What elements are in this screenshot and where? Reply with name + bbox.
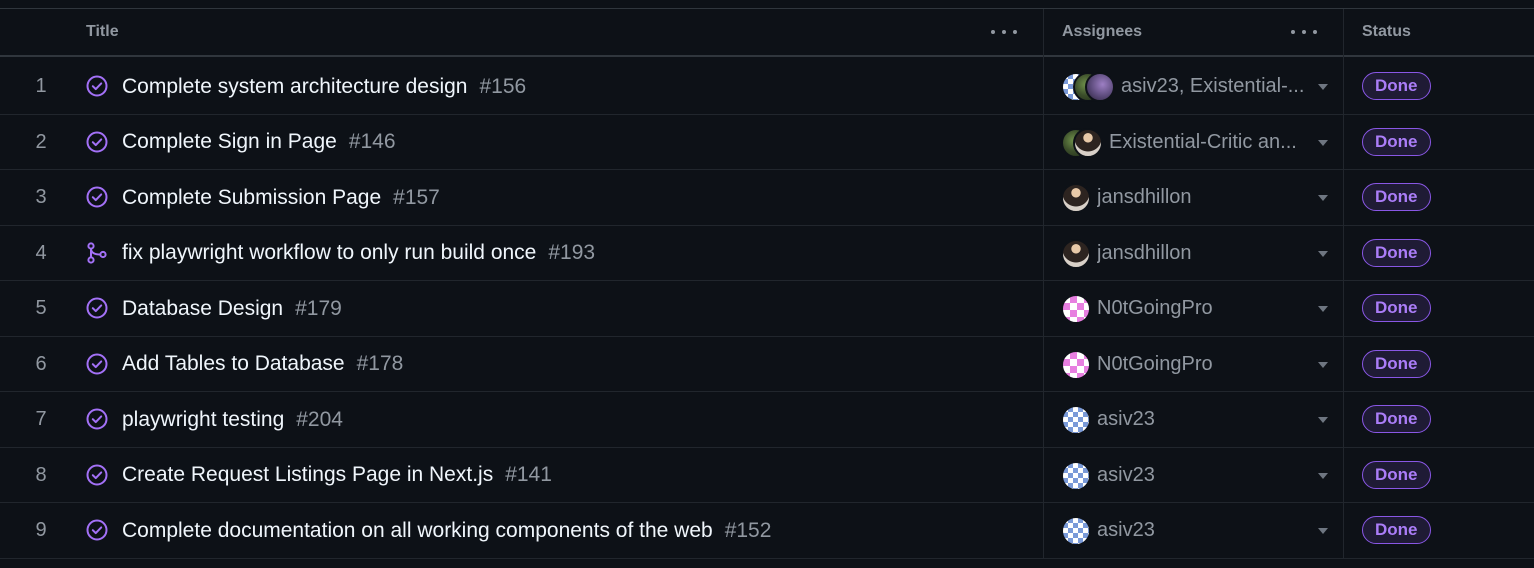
issue-closed-icon (86, 75, 108, 97)
table-row[interactable]: 2 Complete Sign in Page #146 Existential-Cr… (0, 115, 1534, 170)
column-header-status[interactable]: Status (1362, 9, 1411, 55)
table-row[interactable]: 5 Database Design #179 N0tGoingPro Done (0, 281, 1534, 337)
assignee-names[interactable]: asiv23 (1097, 448, 1312, 503)
chevron-down-icon[interactable] (1318, 250, 1328, 257)
table-row[interactable]: 4 fix playwright workflow to only run bui… (0, 226, 1534, 281)
column-header-assignees[interactable]: Assignees (1062, 9, 1142, 55)
issue-number: #178 (356, 352, 404, 375)
table-header: Title Assignees Status (0, 9, 1534, 57)
assignee-names[interactable]: asiv23 (1097, 392, 1312, 447)
avatar[interactable] (1061, 349, 1091, 380)
item-title-link[interactable]: fix playwright workflow to only run buil… (122, 241, 536, 265)
table-body: 1 Complete system architecture design #156… (0, 59, 1534, 559)
avatar[interactable] (1073, 127, 1103, 158)
item-title-link[interactable]: Create Request Listings Page in Next.js (122, 463, 493, 487)
avatar[interactable] (1061, 238, 1091, 269)
item-title-link[interactable]: Complete Submission Page (122, 186, 381, 210)
row-number: 3 (35, 186, 47, 208)
issue-number: #156 (479, 74, 527, 98)
issue-closed-icon (86, 464, 108, 486)
table-row[interactable]: 8 Create Request Listings Page in Next.js… (0, 448, 1534, 503)
assignee-names[interactable]: asiv23, Existential-... (1121, 59, 1312, 114)
chevron-down-icon[interactable] (1318, 472, 1328, 479)
issue-number: #157 (393, 185, 440, 209)
table-row[interactable]: 1 Complete system architecture design #156… (0, 59, 1534, 115)
row-number: 7 (35, 408, 47, 430)
status-badge[interactable]: Done (1362, 516, 1431, 544)
pull-request-merged-icon (86, 241, 108, 264)
status-badge[interactable]: Done (1362, 183, 1431, 211)
row-number: 2 (35, 130, 47, 153)
row-number: 4 (35, 241, 47, 264)
chevron-down-icon[interactable] (1318, 306, 1328, 312)
avatar[interactable] (1061, 183, 1091, 213)
status-badge[interactable]: Done (1362, 349, 1431, 378)
issue-closed-icon (86, 353, 108, 375)
chevron-down-icon[interactable] (1318, 528, 1328, 534)
assignee-names[interactable]: jansdhillon (1097, 170, 1312, 225)
chevron-down-icon[interactable] (1318, 139, 1328, 146)
table-row[interactable]: 6 Add Tables to Database #178 N0tGoingPro Do… (0, 337, 1534, 392)
table-row[interactable]: 3 Complete Submission Page #157 jansdhillon… (0, 170, 1534, 226)
assignee-names[interactable]: asiv23 (1097, 503, 1312, 558)
table-row[interactable]: 7 playwright testing #204 asiv23 Done (0, 392, 1534, 448)
status-badge[interactable]: Done (1362, 127, 1431, 156)
issue-number: #152 (724, 518, 772, 542)
assignees-column-menu-icon[interactable] (1291, 23, 1317, 41)
row-number: 5 (35, 297, 47, 319)
avatar[interactable] (1061, 294, 1091, 324)
table-row[interactable]: 9 Complete documentation on all working c… (0, 503, 1534, 559)
item-title-link[interactable]: Add Tables to Database (122, 352, 345, 376)
item-title-link[interactable]: playwright testing (122, 408, 284, 432)
issue-number: #146 (348, 130, 396, 153)
issue-closed-icon (86, 408, 108, 430)
project-table: Title Assignees Status 1 Complete system … (0, 0, 1534, 568)
issue-closed-icon (86, 297, 108, 319)
chevron-down-icon[interactable] (1318, 417, 1328, 423)
item-title-link[interactable]: Complete Sign in Page (122, 130, 337, 154)
avatar[interactable] (1061, 405, 1091, 435)
assignee-names[interactable]: N0tGoingPro (1097, 281, 1312, 336)
issue-number: #179 (295, 296, 342, 320)
avatar[interactable] (1085, 72, 1115, 102)
title-column-menu-icon[interactable] (991, 23, 1017, 41)
issue-closed-icon (86, 131, 108, 153)
row-number: 6 (35, 352, 47, 375)
avatar[interactable] (1061, 460, 1091, 491)
issue-closed-icon (86, 186, 108, 208)
row-number: 8 (35, 463, 47, 486)
chevron-down-icon[interactable] (1318, 361, 1328, 368)
status-badge[interactable]: Done (1362, 460, 1431, 489)
issue-number: #204 (296, 407, 343, 431)
status-badge[interactable]: Done (1362, 405, 1431, 433)
item-title-link[interactable]: Complete documentation on all working co… (122, 519, 713, 543)
assignee-names[interactable]: Existential-Critic an... (1109, 115, 1312, 170)
status-badge[interactable]: Done (1362, 294, 1431, 322)
row-number: 9 (35, 519, 47, 541)
assignee-names[interactable]: N0tGoingPro (1097, 337, 1312, 392)
status-badge[interactable]: Done (1362, 72, 1431, 100)
chevron-down-icon[interactable] (1318, 195, 1328, 201)
issue-number: #193 (548, 241, 596, 264)
row-number: 1 (35, 75, 47, 97)
issue-closed-icon (86, 519, 108, 541)
issue-number: #141 (505, 463, 552, 486)
item-title-link[interactable]: Complete system architecture design (122, 75, 468, 99)
column-header-title[interactable]: Title (86, 9, 119, 55)
avatar[interactable] (1061, 516, 1091, 546)
status-badge[interactable]: Done (1362, 238, 1431, 267)
chevron-down-icon[interactable] (1318, 84, 1328, 90)
item-title-link[interactable]: Database Design (122, 297, 283, 321)
assignee-names[interactable]: jansdhillon (1097, 226, 1312, 281)
